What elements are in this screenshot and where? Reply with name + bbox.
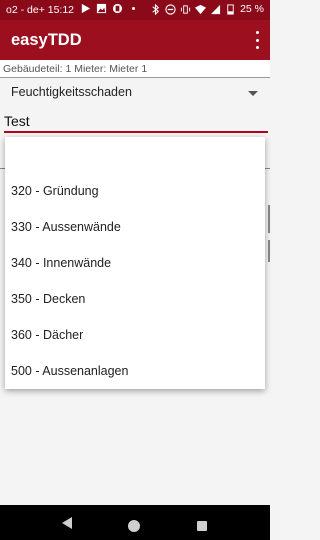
- dropdown-item[interactable]: 340 - Innenwände: [5, 245, 265, 281]
- dropdown-item[interactable]: 500 - Aussenanlagen: [5, 353, 265, 389]
- overflow-menu-icon[interactable]: [254, 31, 260, 49]
- input-underline: [4, 131, 268, 133]
- battery-icon: [227, 3, 234, 15]
- signal-icon: [210, 4, 221, 14]
- divider: [268, 205, 270, 233]
- dropdown-item[interactable]: 320 - Gründung: [5, 173, 265, 209]
- navigation-bar: [0, 505, 270, 540]
- divider: [268, 240, 270, 262]
- dropdown-arrow-icon: [248, 91, 258, 96]
- dropdown-item-label: 350 - Decken: [11, 292, 86, 306]
- bluetooth-icon: [152, 3, 160, 15]
- dropdown-item-label: 360 - Dächer: [11, 328, 84, 342]
- back-icon[interactable]: [62, 517, 72, 529]
- status-carrier-time: o2 - de+ 15:12: [6, 4, 74, 16]
- app-icon: [112, 3, 123, 14]
- image-icon: [96, 3, 107, 14]
- dropdown-popup: 320 - Gründung 330 - Aussenwände 340 - I…: [5, 137, 265, 389]
- status-bar: o2 - de+ 15:12 25 %: [0, 0, 270, 20]
- system-icons: 25 %: [150, 3, 264, 15]
- vibrate-icon: [180, 4, 191, 14]
- dropdown-item-label: 340 - Innenwände: [11, 256, 112, 270]
- dot-icon: [132, 7, 135, 10]
- dropdown-item[interactable]: 350 - Decken: [5, 281, 265, 317]
- home-icon[interactable]: [128, 520, 140, 532]
- text-field[interactable]: [4, 112, 268, 134]
- spinner-selected-value: Feuchtigkeitsschaden: [11, 85, 132, 99]
- wifi-icon: [195, 4, 207, 14]
- dropdown-item-empty[interactable]: [5, 137, 265, 173]
- recents-icon[interactable]: [197, 521, 207, 531]
- app-bar: easyTDD: [0, 20, 270, 60]
- carrier-label: o2 - de+: [6, 4, 45, 16]
- dropdown-item[interactable]: 360 - Dächer: [5, 317, 265, 353]
- text-input[interactable]: [4, 112, 266, 130]
- notification-icons: [80, 3, 139, 14]
- subheader-text: Gebäudeteil: 1 Mieter: Mieter 1: [3, 63, 148, 75]
- time-label: 15:12: [47, 4, 75, 16]
- subheader: Gebäudeteil: 1 Mieter: Mieter 1: [0, 60, 270, 78]
- dropdown-item[interactable]: 330 - Aussenwände: [5, 209, 265, 245]
- dropdown-item-label: 320 - Gründung: [11, 184, 99, 198]
- dnd-icon: [165, 3, 176, 15]
- app-title: easyTDD: [11, 31, 82, 49]
- play-icon: [81, 3, 91, 14]
- damage-type-spinner[interactable]: Feuchtigkeitsschaden: [0, 78, 270, 108]
- dropdown-item-label: 330 - Aussenwände: [11, 220, 121, 234]
- battery-label: 25 %: [240, 3, 264, 15]
- dropdown-item-label: 500 - Aussenanlagen: [11, 364, 129, 378]
